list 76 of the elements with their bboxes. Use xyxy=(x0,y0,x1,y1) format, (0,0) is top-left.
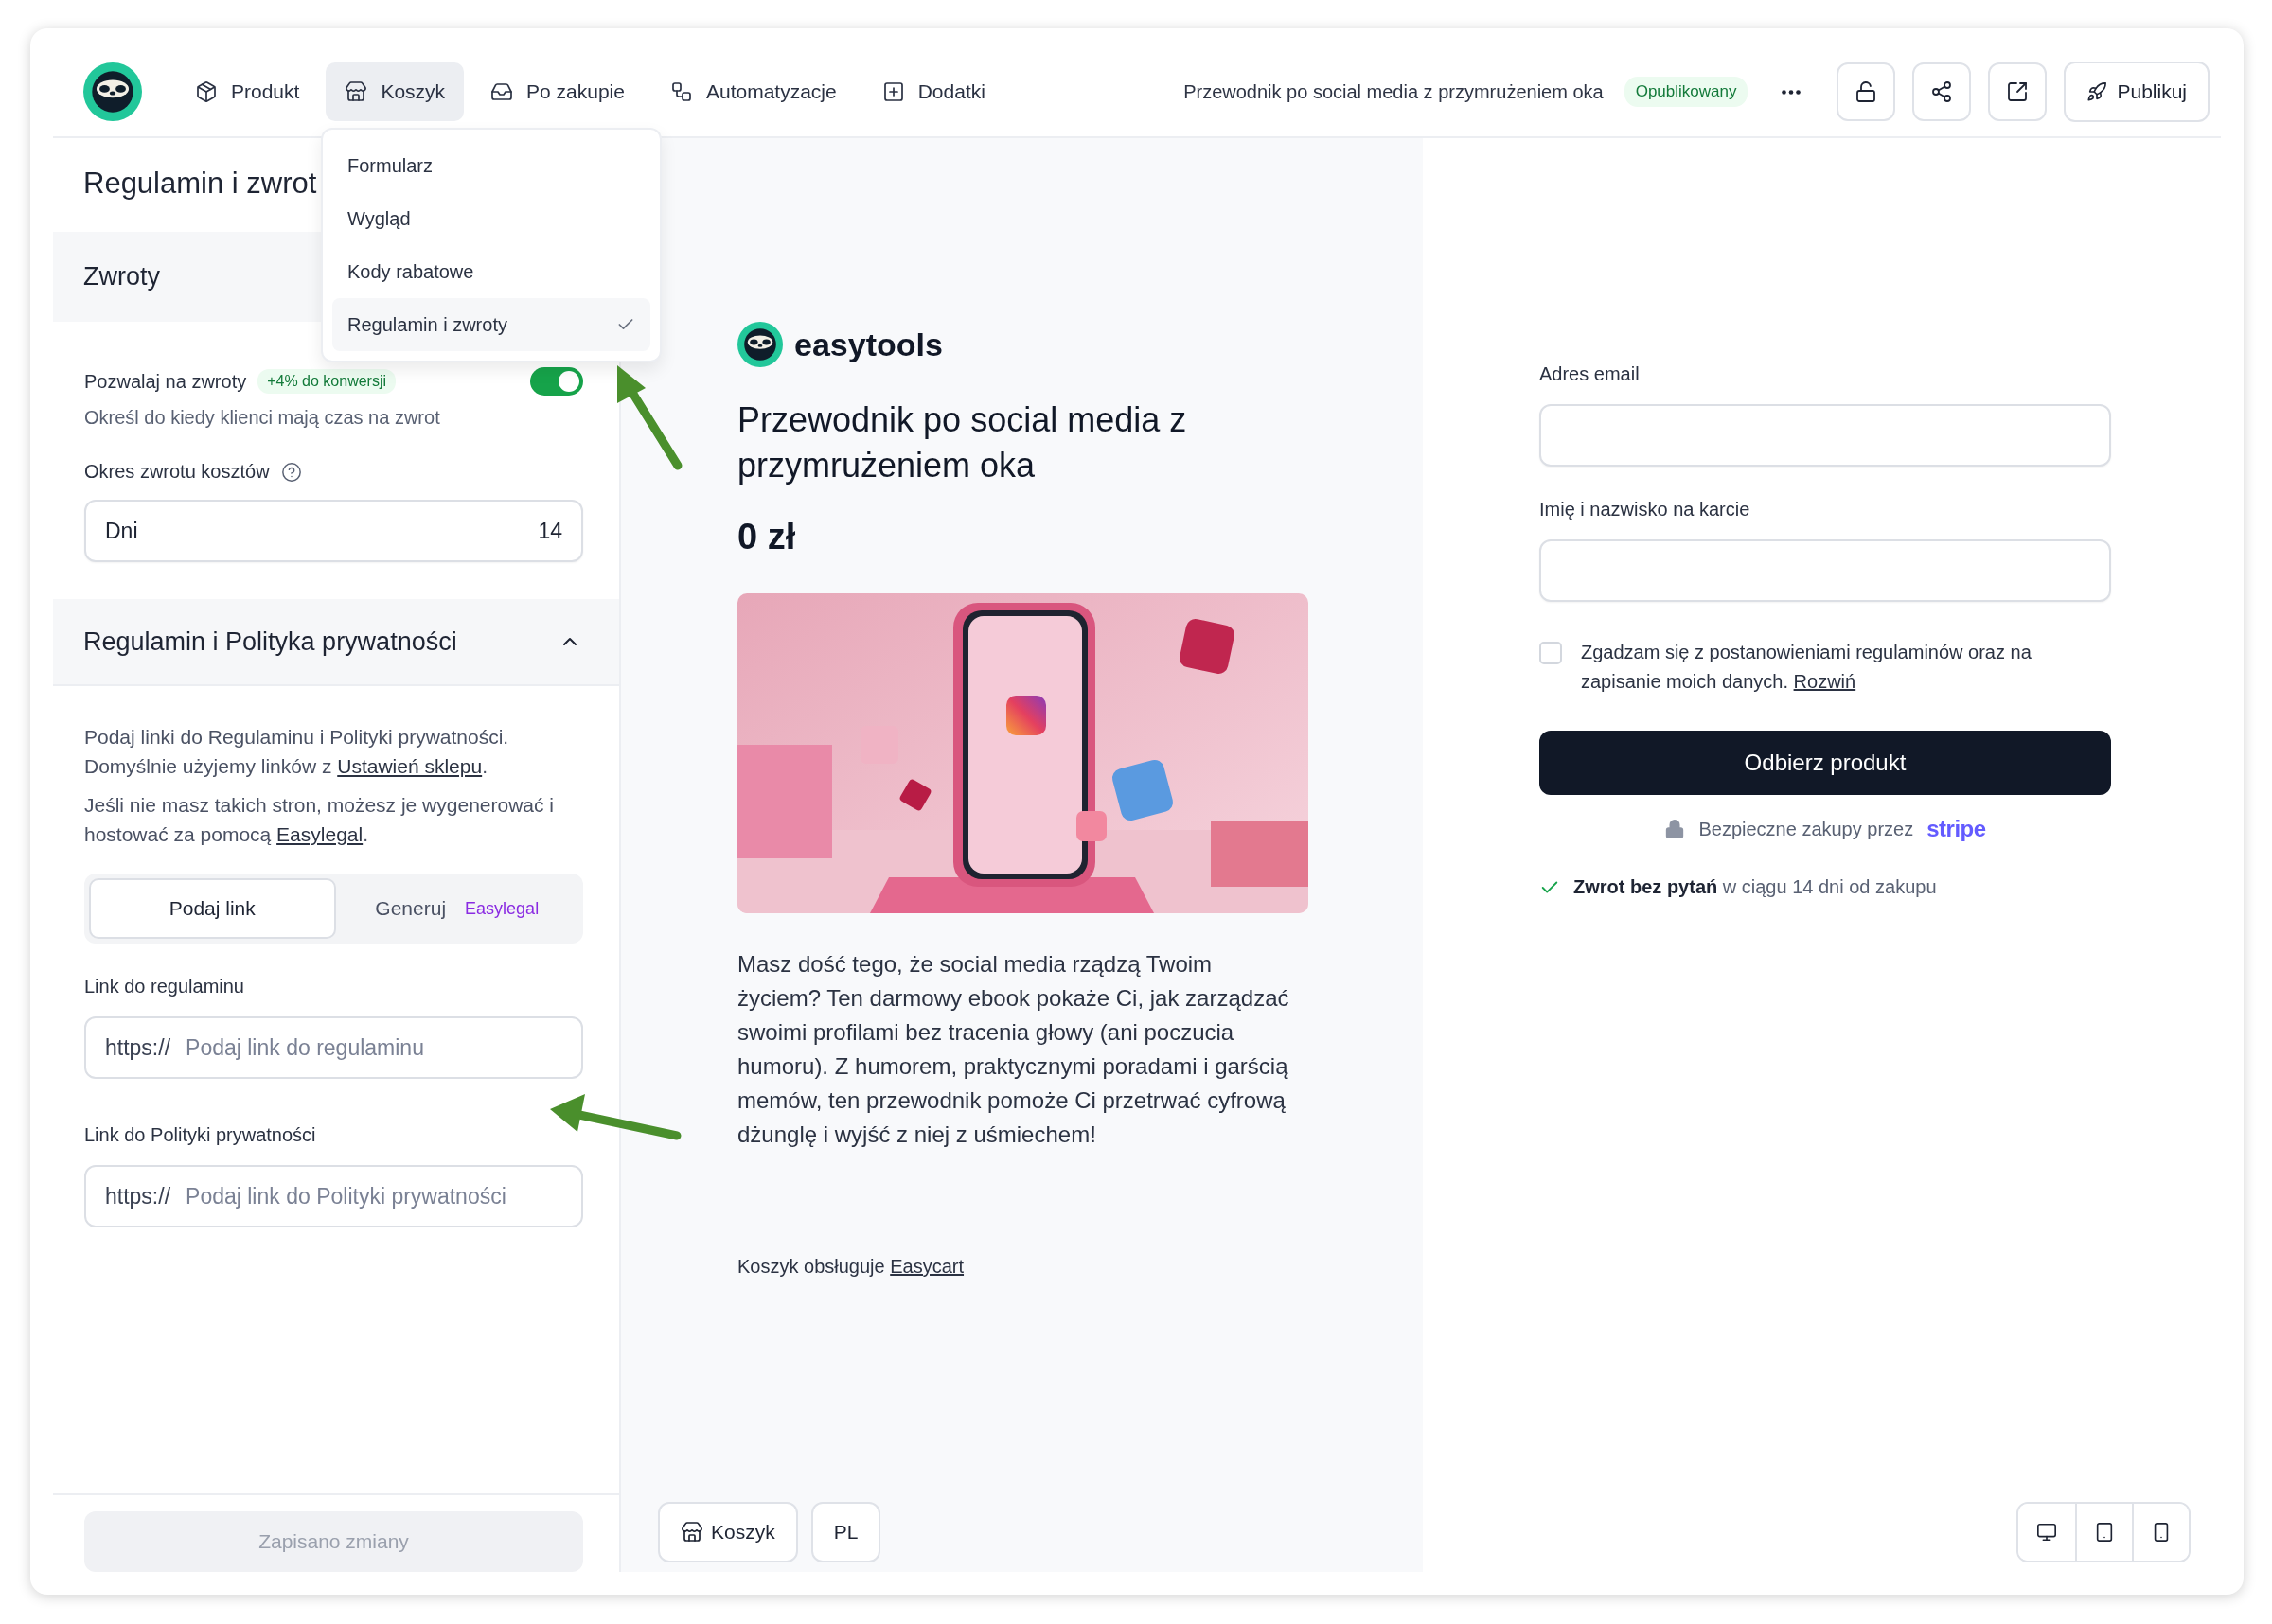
stripe-logo: stripe xyxy=(1926,816,1986,842)
nav-tab[interactable]: Automatyzacje xyxy=(650,62,856,121)
field-label: Link do Polityki prywatności xyxy=(84,1124,317,1146)
url-input[interactable]: Podaj link do Polityki prywatności xyxy=(184,1182,562,1210)
section-header[interactable]: Regulamin i Polityka prywatności xyxy=(53,599,619,686)
nav-tab[interactable]: Po zakupie xyxy=(471,62,644,121)
open-external-button[interactable] xyxy=(1988,62,2048,121)
easycart-link[interactable]: Easycart xyxy=(890,1256,965,1277)
workflow-icon xyxy=(669,80,693,103)
text-field[interactable] xyxy=(1539,539,2111,602)
basket-icon xyxy=(681,1521,703,1544)
segment-option[interactable]: Podaj link xyxy=(89,878,336,939)
toggle-label: Pozwalaj na zwroty xyxy=(84,370,247,393)
easylegal-label: Easylegal xyxy=(465,898,540,919)
field-label: Adres email xyxy=(1539,363,1641,385)
share-icon xyxy=(1930,80,1954,103)
package-icon xyxy=(195,80,218,103)
field-label: Imię i nazwisko na karcie xyxy=(1539,499,1751,521)
nav-tab[interactable]: Koszyk xyxy=(326,62,465,121)
consent-checkbox[interactable] xyxy=(1539,642,1562,664)
lock-icon xyxy=(1664,819,1686,839)
nav-tab[interactable]: Dodatki xyxy=(862,62,1004,121)
panel-title: Regulamin i zwrot xyxy=(83,167,317,200)
days-field[interactable]: Dni 14 xyxy=(84,500,583,562)
view-button[interactable]: PL xyxy=(810,1502,881,1562)
help-paragraph: Jeśli nie masz takich stron, możesz je wygenerować i hostować za pomocą Easylegal. xyxy=(84,793,556,847)
share-button[interactable] xyxy=(1912,62,1972,121)
menu-item[interactable]: Formularz xyxy=(332,139,650,192)
device-button[interactable] xyxy=(2132,1504,2189,1561)
url-field[interactable]: https:// Podaj link do Polityki prywatności xyxy=(84,1165,583,1227)
refund-text: Zwrot bez pytań w ciągu 14 dni od zakupu xyxy=(1573,876,1937,898)
submit-button[interactable]: Odbierz produkt xyxy=(1539,731,2111,795)
product-heading: Przewodnik po social media z przymrużeniem oka xyxy=(737,399,1188,486)
help-paragraph: Podaj linki do Regulaminu i Polityki prywatności. Domyślnie użyjemy linków z Ustawień sklepu. xyxy=(84,725,510,779)
lock-button[interactable] xyxy=(1837,62,1896,121)
secure-text: Bezpieczne zakupy przez xyxy=(1698,818,1914,840)
consent-text: Zgadzam się z postanowieniami regulaminów oraz na zapisanie moich danych. Rozwiń xyxy=(1581,641,2032,694)
url-prefix: https:// xyxy=(105,1183,171,1209)
view-button[interactable]: Koszyk xyxy=(658,1502,798,1562)
menu-item[interactable]: Regulamin i zwroty xyxy=(332,298,650,351)
field-label: Link do regulaminu xyxy=(84,976,245,997)
product-description: Masz dość tego, że social media rządzą Twoim życiem? Ten darmowy ebook pokaże Ci, jak zarządzać swoimi profilami bez tracenia głowy (ani poczucia humoru). Z humorem, praktycznymi poradami i garścią memów, ten przewodnik pomoże Ci przetrwać cyfrową dżunglę i wyjść z niej z uśmiechem! xyxy=(737,950,1290,1149)
more-icon xyxy=(1782,89,1802,95)
product-title: Przewodnik po social media z przymrużeniem oka xyxy=(1183,80,1604,103)
description-text: Określ do kiedy klienci mają czas na zwrot xyxy=(84,407,441,429)
desktop-icon xyxy=(2036,1522,2057,1543)
add-icon xyxy=(881,80,905,103)
help-icon[interactable] xyxy=(280,461,302,483)
nav-tab[interactable]: Produkt xyxy=(176,62,319,121)
basket-icon xyxy=(345,80,368,103)
brand-name: easytools xyxy=(794,326,943,363)
text-link[interactable]: Ustawień sklepu xyxy=(337,755,483,777)
powered-by-text: Koszyk obsługuje Easycart xyxy=(737,1256,966,1278)
conversion-badge: +4% do konwersji xyxy=(257,369,397,394)
toggle-switch[interactable] xyxy=(530,367,583,396)
url-input[interactable]: Podaj link do regulaminu xyxy=(184,1033,562,1062)
tablet-icon xyxy=(2094,1522,2115,1543)
price: 0 zł xyxy=(737,517,797,557)
url-field[interactable]: https:// Podaj link do regulaminu xyxy=(84,1016,583,1079)
url-prefix: https:// xyxy=(105,1034,171,1061)
rocket-icon xyxy=(2086,81,2108,102)
external-link-icon xyxy=(2006,80,2030,103)
menu-item[interactable]: Kody rabatowe xyxy=(332,245,650,298)
more-button[interactable] xyxy=(1782,89,1802,95)
sloth-logo-icon xyxy=(737,322,783,367)
text-field[interactable] xyxy=(1539,404,2111,467)
lock-icon xyxy=(1855,80,1878,103)
text-link[interactable]: Easylegal xyxy=(276,823,364,845)
inbox-icon xyxy=(490,80,514,103)
publish-button[interactable]: Publikuj xyxy=(2064,62,2210,122)
field-label: Okres zwrotu kosztów xyxy=(84,461,270,483)
status-badge: Opublikowany xyxy=(1624,77,1748,107)
sloth-logo-icon xyxy=(83,62,142,121)
segment-option[interactable]: Generuj Easylegal xyxy=(335,878,578,939)
expand-link[interactable]: Rozwiń xyxy=(1793,671,1856,692)
menu-item[interactable]: Wygląd xyxy=(332,192,650,245)
